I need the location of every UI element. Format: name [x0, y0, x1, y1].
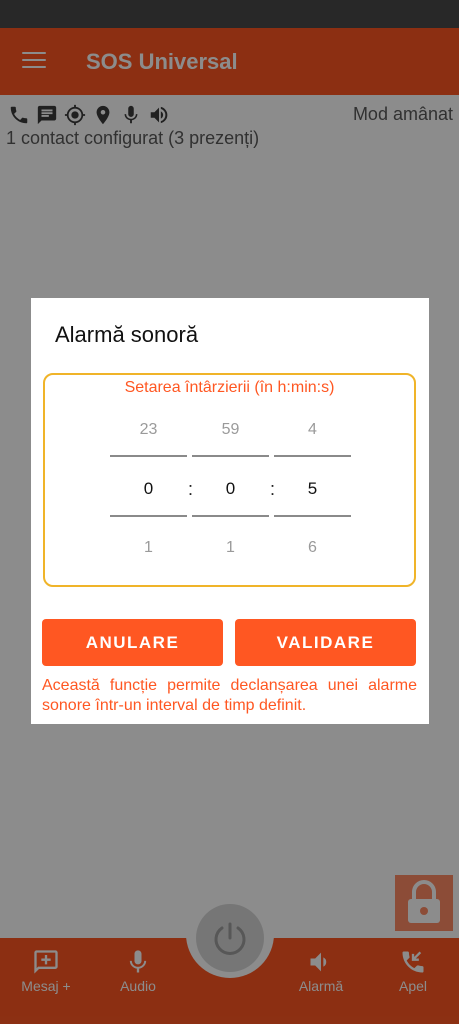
picker-divider — [110, 515, 187, 517]
hours-next[interactable]: 1 — [110, 539, 187, 557]
delay-picker: Setarea întârzierii (în h:min:s) 23 0 1 … — [43, 373, 416, 587]
minutes-prev[interactable]: 59 — [192, 421, 269, 439]
alarm-dialog: Alarmă sonoră Setarea întârzierii (în h:… — [31, 298, 429, 724]
picker-divider — [274, 515, 351, 517]
picker-divider — [274, 455, 351, 457]
confirm-button[interactable]: VALIDARE — [235, 619, 416, 666]
seconds-next[interactable]: 6 — [274, 539, 351, 557]
picker-divider — [192, 515, 269, 517]
seconds-value[interactable]: 5 — [274, 479, 351, 499]
picker-divider — [110, 455, 187, 457]
dialog-title: Alarmă sonoră — [55, 322, 199, 347]
picker-divider — [192, 455, 269, 457]
hours-prev[interactable]: 23 — [110, 421, 187, 439]
seconds-prev[interactable]: 4 — [274, 421, 351, 439]
cancel-button[interactable]: ANULARE — [42, 619, 223, 666]
hours-value[interactable]: 0 — [110, 479, 187, 499]
picker-caption: Setarea întârzierii (în h:min:s) — [124, 379, 335, 396]
minutes-value[interactable]: 0 — [192, 479, 269, 499]
minutes-next[interactable]: 1 — [192, 539, 269, 557]
dialog-info-text: Această funcție permite declanșarea unei… — [42, 677, 417, 714]
